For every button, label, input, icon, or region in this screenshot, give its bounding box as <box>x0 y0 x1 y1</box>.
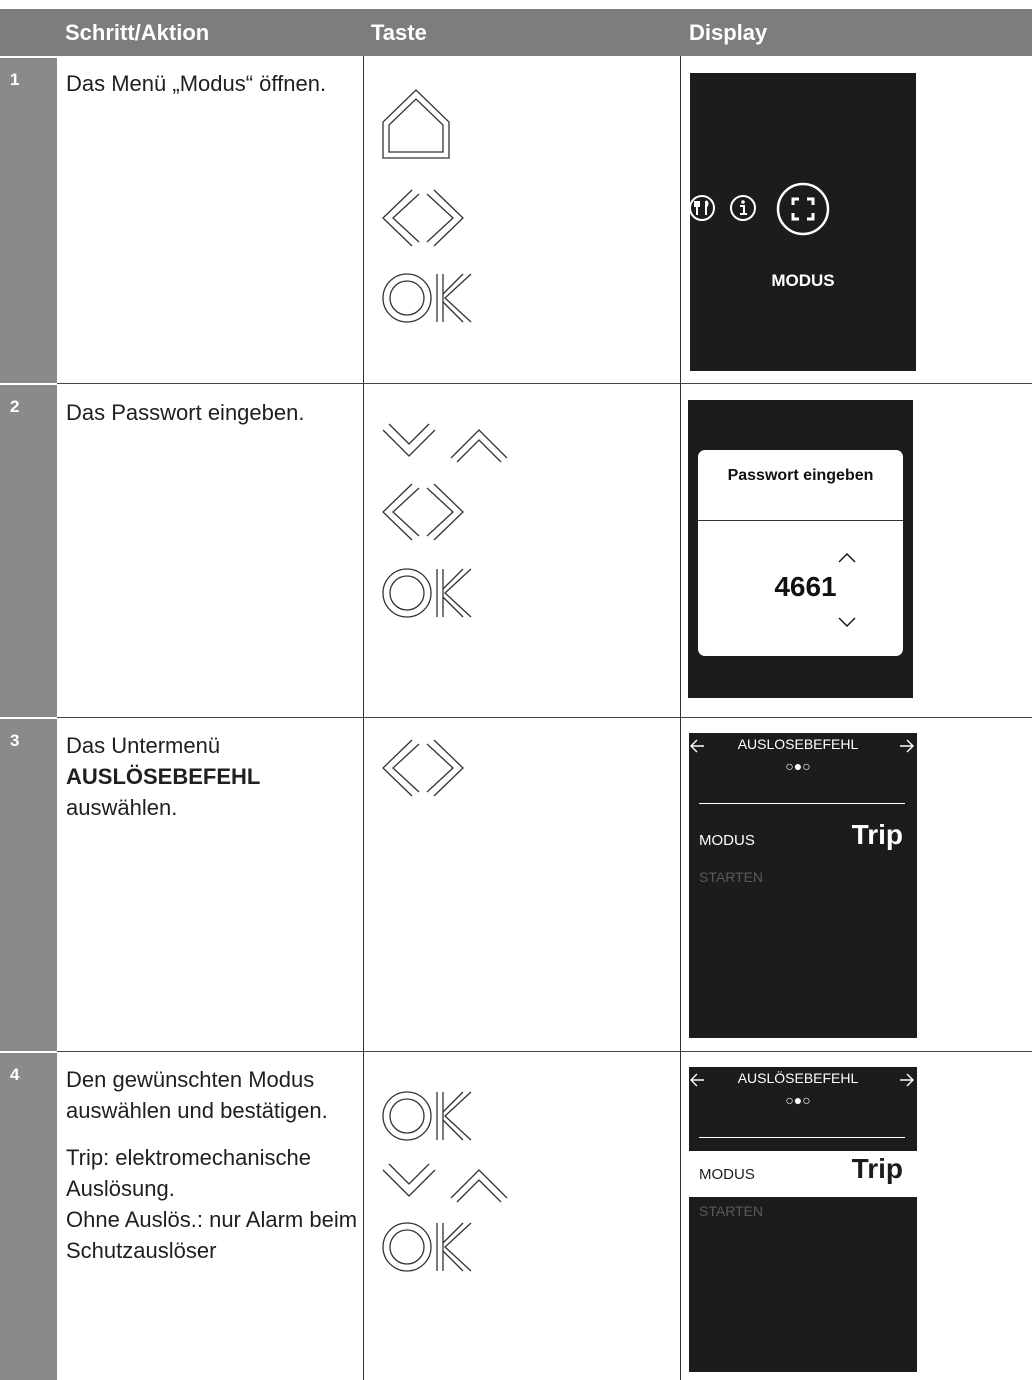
row-1-number: 1 <box>0 58 57 383</box>
row-4-number: 4 <box>0 1053 57 1380</box>
row-3-step-text: Das Untermenü AUSLÖSEBEFEHL auswählen. <box>66 730 358 823</box>
row-4-step-text: Den gewünschten Modus auswählen und best… <box>66 1064 358 1266</box>
header-key: Taste <box>363 9 681 56</box>
step-text-line: Das Untermenü <box>66 733 221 758</box>
row-2-step-text: Das Passwort eingeben. <box>66 397 358 428</box>
arrow-right-icon <box>899 1073 915 1092</box>
info-icon <box>728 193 758 228</box>
down-up-keys-icon <box>381 1160 515 1204</box>
page-dots: ○●○ <box>785 1092 811 1108</box>
home-key-icon <box>381 88 451 160</box>
display-screen-4: AUSLÖSEBEFEHL ○●○ MODUS Trip STARTEN <box>689 1067 917 1372</box>
mode-value: Trip <box>851 819 903 850</box>
row-divider <box>57 717 1032 718</box>
tools-icon <box>690 193 717 228</box>
header-number-cell <box>0 9 57 56</box>
row-1-step-text: Das Menü „Modus“ öffnen. <box>66 68 358 99</box>
step-text: Das Untermenü AUSLÖSEBEFEHL auswählen. <box>66 730 358 823</box>
dialog-divider <box>698 520 903 521</box>
step-text: Das Menü „Modus“ öffnen. <box>66 71 327 96</box>
arrow-right-icon <box>899 739 915 758</box>
step-note: Trip: elektromechanische Auslösung. <box>66 1145 311 1201</box>
left-right-keys-icon <box>381 482 465 542</box>
submenu-name: AUSLÖSEBEFEHL <box>66 764 261 789</box>
column-divider <box>363 56 364 1380</box>
page-dots: ○●○ <box>785 758 811 774</box>
password-dialog: Passwort eingeben 4661 <box>698 450 903 656</box>
step-text: Das Passwort eingeben. <box>66 400 305 425</box>
step-note: Ohne Auslös.: nur Alarm beim Schutzauslö… <box>66 1207 358 1263</box>
row-2-number: 2 <box>0 385 57 717</box>
mode-label: MODUS <box>699 1166 755 1183</box>
ok-key-icon <box>381 567 475 619</box>
submenu-title: AUSLOSEBEFEHL <box>737 736 859 752</box>
modus-icon <box>775 181 831 242</box>
chevron-down-icon <box>838 614 856 632</box>
start-label: STARTEN <box>699 1203 764 1219</box>
chevron-up-icon <box>838 550 856 568</box>
display-mode-label: MODUS <box>771 271 835 290</box>
display-screen-1: MODUS <box>690 73 916 371</box>
start-label: STARTEN <box>699 869 764 885</box>
ok-key-icon <box>381 1090 475 1142</box>
header-display: Display <box>681 9 1032 56</box>
display-screen-3: AUSLOSEBEFEHL ○●○ MODUS Trip STARTEN <box>689 733 917 1038</box>
display-divider <box>699 1137 905 1138</box>
password-value: 4661 <box>774 571 837 602</box>
display-divider <box>699 803 905 804</box>
submenu-title: AUSLÖSEBEFEHL <box>737 1070 859 1086</box>
mode-label: MODUS <box>699 832 755 849</box>
mode-value: Trip <box>851 1153 903 1184</box>
step-text: Den gewünschten Modus auswählen und best… <box>66 1067 328 1123</box>
display-screen-2: Passwort eingeben 4661 <box>688 400 913 698</box>
header-step-action: Schritt/Aktion <box>57 9 363 56</box>
row-divider <box>57 383 1032 384</box>
step-text-line: auswählen. <box>66 795 178 820</box>
ok-key-icon <box>381 272 475 324</box>
down-up-keys-icon <box>381 420 515 464</box>
row-divider <box>57 1051 1032 1052</box>
column-divider <box>680 56 681 1380</box>
dialog-title: Passwort eingeben <box>727 467 874 484</box>
left-right-keys-icon <box>381 188 465 248</box>
row-3-number: 3 <box>0 719 57 1051</box>
ok-key-icon <box>381 1221 475 1273</box>
left-right-keys-icon <box>381 738 465 798</box>
